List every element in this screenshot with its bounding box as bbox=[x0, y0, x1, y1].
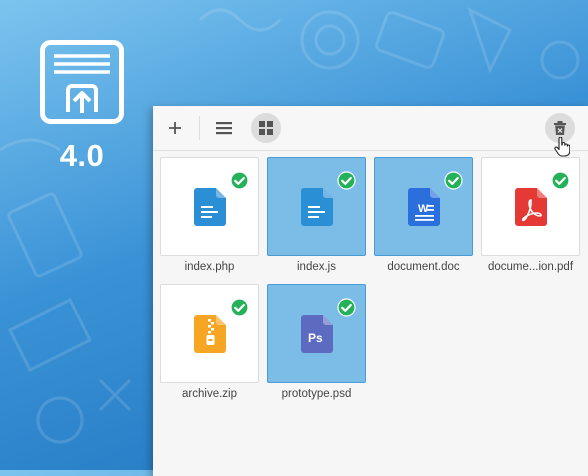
upload-complete-check-icon bbox=[230, 171, 249, 190]
add-files-button[interactable] bbox=[160, 113, 190, 143]
file-type-icon bbox=[194, 315, 226, 358]
file-name-label: index.php bbox=[184, 261, 235, 273]
version-label: 4.0 bbox=[59, 138, 105, 173]
pdf-icon bbox=[515, 188, 547, 226]
file-tile[interactable]: Ps bbox=[267, 284, 366, 383]
file-type-icon bbox=[301, 188, 333, 231]
zip-icon bbox=[194, 315, 226, 353]
file-tile[interactable] bbox=[481, 157, 580, 256]
document-icon bbox=[194, 188, 226, 226]
hand-cursor-icon bbox=[554, 137, 570, 157]
file-tile[interactable] bbox=[267, 157, 366, 256]
trash-close-icon bbox=[554, 121, 566, 135]
upload-complete-check-icon bbox=[230, 298, 249, 317]
grid-view-icon bbox=[259, 121, 273, 135]
photoshop-icon: Ps bbox=[301, 315, 333, 353]
file-name-label: document.doc bbox=[387, 261, 460, 273]
file-name-label: index.js bbox=[297, 261, 336, 273]
plus-icon bbox=[169, 122, 181, 134]
brand-logo bbox=[40, 40, 124, 124]
file-type-icon bbox=[194, 188, 226, 231]
upload-complete-check-icon bbox=[444, 171, 463, 190]
file-type-icon bbox=[515, 188, 547, 231]
file-type-icon: W bbox=[408, 188, 440, 231]
file-tile[interactable]: W bbox=[374, 157, 473, 256]
file-type-icon: Ps bbox=[301, 315, 333, 358]
list-view-icon bbox=[216, 122, 232, 135]
toolbar-divider bbox=[199, 116, 200, 140]
grid-view-button[interactable] bbox=[251, 113, 281, 143]
uploader-panel: index.php index.js W document.doc docume… bbox=[153, 106, 588, 476]
toolbar bbox=[153, 106, 588, 151]
file-tile[interactable] bbox=[160, 284, 259, 383]
file-tile[interactable] bbox=[160, 157, 259, 256]
file-name-label: prototype.psd bbox=[281, 388, 352, 400]
upload-complete-check-icon bbox=[337, 298, 356, 317]
file-name-label: archive.zip bbox=[182, 388, 237, 400]
upload-complete-check-icon bbox=[337, 171, 356, 190]
document-icon bbox=[301, 188, 333, 226]
word-icon: W bbox=[408, 188, 440, 226]
list-view-button[interactable] bbox=[209, 113, 239, 143]
upload-tray-icon bbox=[40, 40, 124, 124]
upload-complete-check-icon bbox=[551, 171, 570, 190]
file-name-label: docume...ion.pdf bbox=[487, 261, 574, 273]
svg-text:Ps: Ps bbox=[308, 331, 323, 345]
